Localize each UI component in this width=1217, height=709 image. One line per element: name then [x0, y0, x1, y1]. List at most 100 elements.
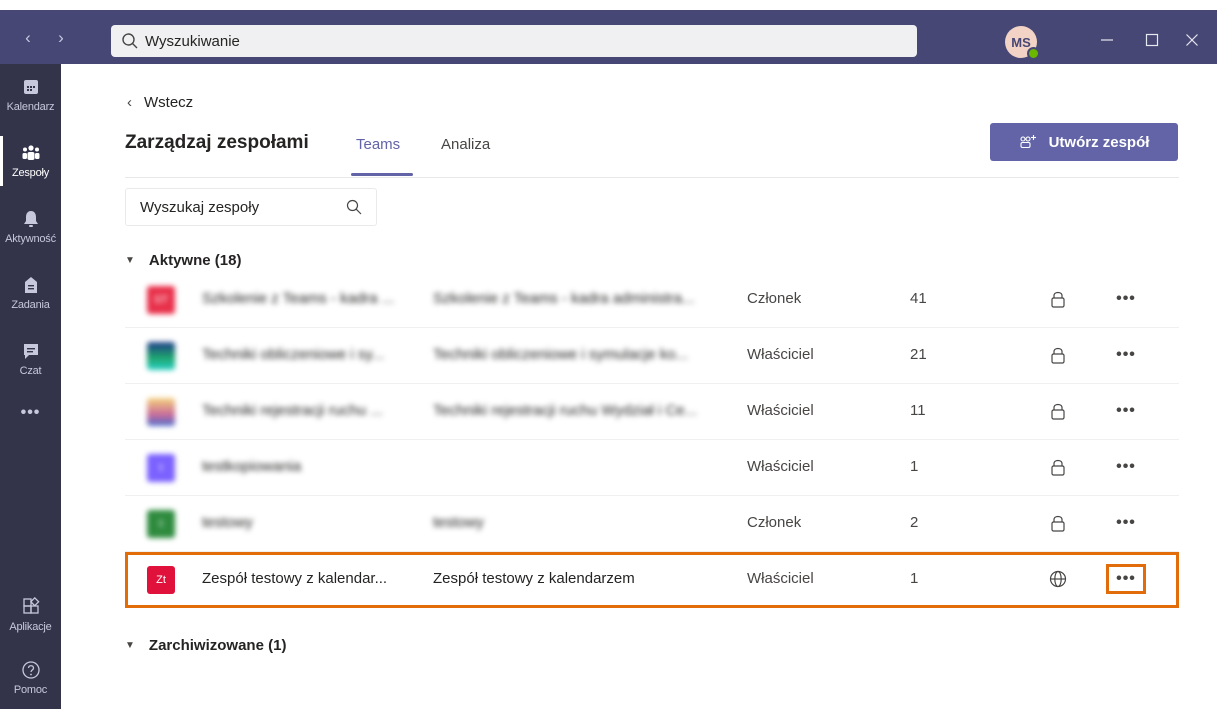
- rail-item-calendar[interactable]: Kalendarz: [0, 66, 61, 124]
- team-search-placeholder: Wyszukaj zespoły: [140, 198, 260, 216]
- assignments-icon: [24, 277, 37, 293]
- table-row[interactable]: Techniki rejestracji ruchu ... Techniki …: [125, 384, 1179, 440]
- team-avatar: [147, 342, 175, 370]
- rail-item-help[interactable]: Pomoc: [0, 649, 61, 707]
- caret-down-icon: ▼: [125, 640, 135, 651]
- team-name: Zespół testowy z kalendar...: [202, 570, 388, 587]
- team-role: Właściciel: [747, 346, 814, 363]
- create-team-label: Utwórz zespół: [1048, 133, 1150, 151]
- team-description: testowy: [433, 514, 484, 531]
- rail-item-teams[interactable]: Zespoły: [0, 132, 61, 190]
- team-member-count: 2: [910, 514, 919, 531]
- tab-analytics[interactable]: Analiza: [441, 136, 490, 153]
- rail-item-apps[interactable]: Aplikacje: [0, 586, 61, 644]
- more-options-button[interactable]: •••: [1107, 341, 1145, 369]
- more-options-button[interactable]: •••: [1107, 397, 1145, 425]
- team-avatar: [147, 398, 175, 426]
- chevron-left-icon: ‹: [127, 94, 132, 111]
- team-member-count: 11: [910, 402, 926, 419]
- create-team-button[interactable]: Utwórz zespół: [990, 123, 1178, 161]
- table-row[interactable]: t testowy testowy Członek 2 •••: [125, 496, 1179, 552]
- bell-icon: [23, 211, 38, 227]
- rail-label: Zadania: [11, 299, 50, 311]
- global-search-input[interactable]: Wyszukiwanie: [111, 25, 917, 57]
- group-active-toggle[interactable]: ▼ Aktywne (18): [125, 252, 241, 269]
- more-options-button[interactable]: •••: [1106, 564, 1146, 594]
- team-name: testkopiowania: [202, 458, 302, 475]
- close-icon: [1186, 34, 1198, 46]
- team-member-count: 21: [910, 346, 927, 363]
- team-role: Właściciel: [747, 402, 814, 419]
- back-label: Wstecz: [144, 94, 194, 111]
- rail-item-more[interactable]: •••: [0, 384, 61, 442]
- team-description: Techniki obliczeniowe i symulacje ko...: [433, 346, 689, 363]
- team-member-count: 1: [910, 458, 919, 475]
- calendar-icon: [23, 80, 38, 94]
- group-archived-label: Zarchiwizowane (1): [148, 637, 287, 654]
- rail-label: Zespoły: [11, 167, 50, 179]
- lock-icon: [1051, 291, 1065, 308]
- title-bar: ‹ › Wyszukiwanie MS: [0, 10, 1217, 64]
- minimize-button[interactable]: [1087, 22, 1127, 58]
- rail-label: Aplikacje: [9, 621, 52, 633]
- close-button[interactable]: [1172, 22, 1212, 58]
- search-icon: [122, 33, 138, 49]
- more-options-button[interactable]: •••: [1107, 509, 1145, 537]
- team-role: Właściciel: [747, 570, 814, 587]
- active-tab-indicator: [351, 173, 413, 176]
- minimize-icon: [1101, 39, 1113, 41]
- page-title: Zarządzaj zespołami: [125, 132, 309, 153]
- forward-nav-button[interactable]: ›: [47, 20, 75, 56]
- maximize-icon: [1145, 33, 1159, 47]
- app-rail: Kalendarz Zespoły Aktywność Zadania Czat…: [0, 64, 61, 709]
- rail-label: Czat: [19, 365, 42, 377]
- more-icon: •••: [20, 404, 41, 421]
- rail-label: Pomoc: [13, 684, 48, 696]
- lock-icon: [1051, 459, 1065, 476]
- team-avatar: t: [147, 510, 175, 538]
- group-archived-toggle[interactable]: ▼ Zarchiwizowane (1): [125, 637, 286, 654]
- table-row[interactable]: Techniki obliczeniowe i sy... Techniki o…: [125, 328, 1179, 384]
- main-content: ‹ Wstecz Zarządzaj zespołami Teams Anali…: [61, 64, 1217, 709]
- more-options-button[interactable]: •••: [1107, 453, 1145, 481]
- lock-icon: [1051, 403, 1065, 420]
- team-search-input[interactable]: Wyszukaj zespoły: [125, 188, 377, 226]
- team-member-count: 1: [910, 570, 919, 587]
- table-row-highlighted[interactable]: Zt Zespół testowy z kalendar... Zespół t…: [125, 552, 1179, 608]
- back-link[interactable]: ‹ Wstecz: [127, 94, 193, 111]
- rail-label: Kalendarz: [6, 101, 55, 113]
- rail-label: Aktywność: [5, 233, 56, 245]
- team-avatar: Zt: [147, 566, 175, 594]
- search-placeholder: Wyszukiwanie: [145, 32, 240, 50]
- team-avatar: ST: [147, 286, 175, 314]
- tab-teams[interactable]: Teams: [356, 136, 400, 153]
- maximize-button[interactable]: [1132, 22, 1172, 58]
- caret-down-icon: ▼: [125, 255, 135, 266]
- team-role: Właściciel: [747, 458, 814, 475]
- team-name: Szkolenie z Teams - kadra ...: [202, 290, 395, 307]
- user-avatar[interactable]: MS: [1005, 26, 1040, 60]
- group-active-label: Aktywne (18): [148, 252, 242, 269]
- help-icon: [21, 661, 40, 679]
- lock-icon: [1051, 347, 1065, 364]
- team-avatar: t: [147, 454, 175, 482]
- teams-icon: [22, 145, 39, 160]
- window-top-edge: [0, 0, 1217, 10]
- back-nav-button[interactable]: ‹: [14, 20, 42, 56]
- team-description: Zespół testowy z kalendarzem: [433, 570, 635, 587]
- globe-icon: [1049, 570, 1067, 588]
- team-name: Techniki rejestracji ruchu ...: [202, 402, 383, 419]
- team-description: Szkolenie z Teams - kadra administra...: [433, 290, 695, 307]
- rail-item-assignments[interactable]: Zadania: [0, 264, 61, 322]
- more-options-button[interactable]: •••: [1107, 285, 1145, 313]
- header-divider: [125, 177, 1179, 178]
- rail-item-chat[interactable]: Czat: [0, 330, 61, 388]
- rail-item-activity[interactable]: Aktywność: [0, 198, 61, 256]
- lock-icon: [1051, 515, 1065, 532]
- add-team-icon: [1020, 135, 1036, 149]
- avatar-initials: MS: [1011, 34, 1031, 50]
- table-row[interactable]: t testkopiowania Właściciel 1 •••: [125, 440, 1179, 496]
- table-row[interactable]: ST Szkolenie z Teams - kadra ... Szkolen…: [125, 272, 1179, 328]
- team-member-count: 41: [910, 290, 927, 307]
- team-name: testowy: [202, 514, 253, 531]
